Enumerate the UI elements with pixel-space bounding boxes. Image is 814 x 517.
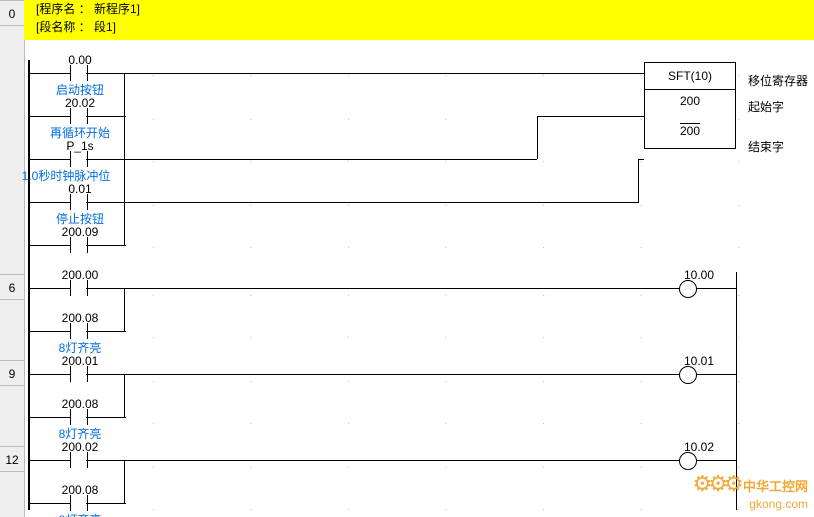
grid-dots: . . . . . . . . . . . . . bbox=[152, 460, 814, 471]
wire bbox=[124, 73, 644, 74]
contact-address: 200.09 bbox=[50, 225, 110, 239]
wire bbox=[638, 159, 639, 202]
wire bbox=[696, 288, 736, 289]
operand-desc-end: 结束字 bbox=[748, 138, 784, 155]
wire bbox=[124, 159, 537, 160]
grid-dots: . . . . . . . . . . . . . bbox=[152, 416, 814, 427]
coil-1000[interactable] bbox=[679, 280, 697, 298]
rung-number: 12 bbox=[0, 446, 24, 472]
wire bbox=[696, 374, 736, 375]
section-name: [段名称 ： 段1] bbox=[36, 18, 802, 36]
grid-dots: . . . . . . . . . . . . . bbox=[152, 374, 814, 385]
wire bbox=[696, 460, 736, 461]
coil-1001[interactable] bbox=[679, 366, 697, 384]
grid-dots: . . . . . . . . . . . . . bbox=[152, 240, 814, 251]
program-header: [程序名 ： 新程序1] [段名称 ： 段1] bbox=[24, 0, 814, 40]
wire bbox=[124, 374, 679, 375]
contact-address: 20.02 bbox=[50, 96, 110, 110]
wire bbox=[537, 116, 644, 117]
coil-address: 10.01 bbox=[664, 354, 714, 368]
rung-number: 0 bbox=[0, 0, 24, 26]
contact-address: 200.08 bbox=[50, 397, 110, 411]
contact-address: P_1s bbox=[50, 139, 110, 153]
function-operand-start: 200 bbox=[645, 90, 735, 112]
contact-address: 200.08 bbox=[50, 311, 110, 325]
contact-address: 0.01 bbox=[50, 182, 110, 196]
rung-number: 6 bbox=[0, 274, 24, 300]
coil-1002[interactable] bbox=[679, 452, 697, 470]
contact-address: 200.02 bbox=[50, 440, 110, 454]
contact-label: 8灯齐亮 bbox=[30, 511, 130, 517]
grid-dots: . . . . . . . . . . . bbox=[152, 198, 814, 209]
rung-gutter: 0 6 9 12 bbox=[0, 0, 25, 517]
contact-address: 200.01 bbox=[50, 354, 110, 368]
branch-line bbox=[124, 288, 125, 332]
branch-line bbox=[124, 374, 125, 418]
wire bbox=[124, 202, 639, 203]
contact-address: 200.00 bbox=[50, 268, 110, 282]
contact-address: 0.00 bbox=[50, 53, 110, 67]
wire bbox=[124, 460, 679, 461]
wire bbox=[537, 116, 538, 159]
contact-address: 200.08 bbox=[50, 483, 110, 497]
grid-dots: . . . . . . . . . . . . . bbox=[152, 288, 814, 299]
plc-ladder-editor: 0 6 9 12 [程序名 ： 新程序1] [段名称 ： 段1] . . . .… bbox=[0, 0, 814, 517]
coil-address: 10.02 bbox=[664, 440, 714, 454]
rung-number: 9 bbox=[0, 360, 24, 386]
function-desc: 移位寄存器 bbox=[748, 72, 808, 89]
program-name: [程序名 ： 新程序1] bbox=[36, 0, 802, 18]
function-operand-end: 200 bbox=[680, 122, 700, 138]
wire bbox=[638, 159, 644, 160]
coil-address: 10.00 bbox=[664, 268, 714, 282]
main-area: [程序名 ： 新程序1] [段名称 ： 段1] . . . . . . . . … bbox=[24, 0, 814, 517]
watermark: ⚙⚙⚙ 中华工控网 gkong.com bbox=[692, 471, 808, 511]
function-name: SFT(10) bbox=[645, 63, 735, 90]
wire bbox=[124, 288, 679, 289]
function-shift-register[interactable]: SFT(10) 200 200 bbox=[644, 62, 736, 149]
ladder-diagram[interactable]: . . . . . . . . . . . . . . . . . . . . … bbox=[24, 40, 814, 510]
branch-line bbox=[124, 460, 125, 504]
operand-desc-start: 起始字 bbox=[748, 98, 784, 115]
watermark-text-2: gkong.com bbox=[749, 497, 808, 511]
watermark-text-1: 中华工控网 bbox=[743, 479, 808, 494]
grid-dots: . . . . . . . . . . . . . bbox=[152, 330, 814, 341]
gear-icon: ⚙⚙⚙ bbox=[692, 471, 739, 496]
